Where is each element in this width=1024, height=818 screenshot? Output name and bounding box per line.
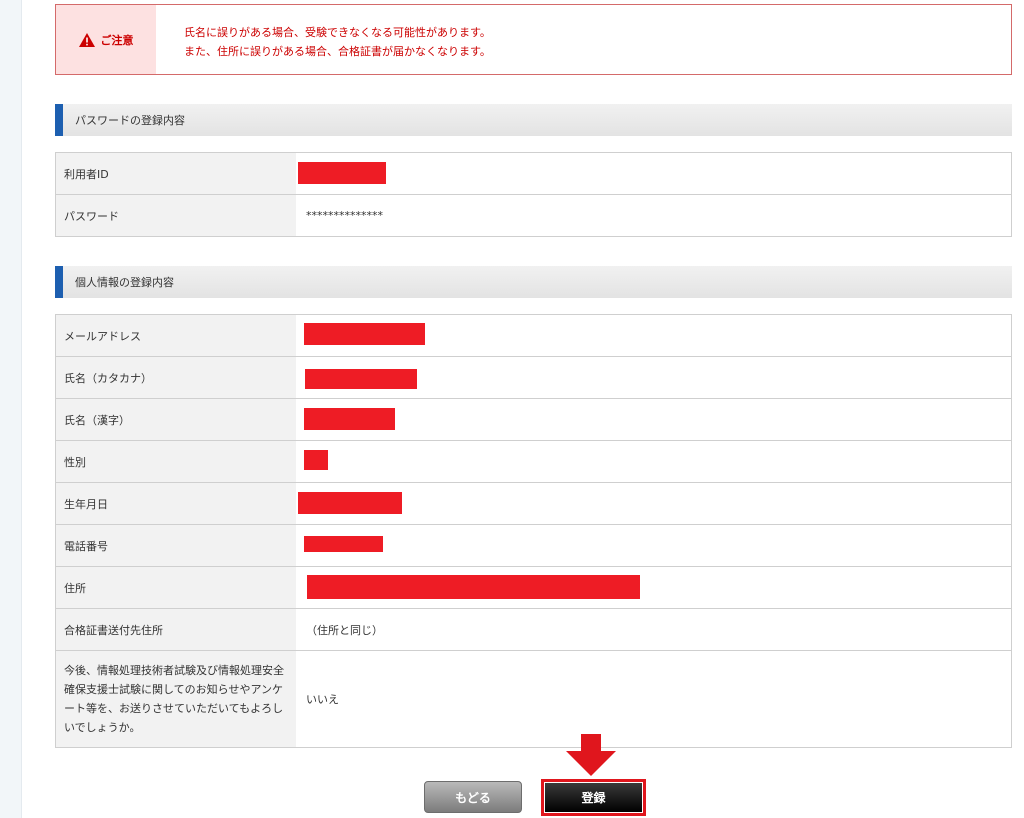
row-password: パスワード ************** (56, 195, 1011, 237)
name-kanji-value (296, 399, 1011, 440)
caution-message: 氏名に誤りがある場合、受験できなくなる可能性があります。 また、住所に誤りがある… (156, 5, 491, 74)
user-id-label: 利用者ID (56, 153, 296, 194)
back-button[interactable]: もどる (424, 781, 522, 813)
caution-label-box: ご注意 (56, 5, 156, 74)
redaction-mark (305, 369, 417, 389)
redaction-mark (307, 575, 640, 599)
row-address: 住所 (56, 567, 1011, 609)
gender-label: 性別 (56, 441, 296, 482)
name-kana-value (296, 357, 1011, 398)
password-section-title: パスワードの登録内容 (75, 114, 185, 127)
password-value: ************** (296, 195, 1011, 236)
redaction-mark (304, 408, 395, 430)
password-section-header: パスワードの登録内容 (55, 104, 1012, 136)
row-user-id: 利用者ID (56, 153, 1011, 195)
redaction-mark (304, 536, 383, 552)
password-label: パスワード (56, 195, 296, 236)
red-down-arrow-icon (566, 734, 616, 776)
birthdate-value (296, 483, 1011, 524)
caution-line-1: 氏名に誤りがある場合、受験できなくなる可能性があります。 (184, 26, 491, 39)
user-id-value (296, 153, 1011, 194)
redaction-mark (304, 323, 425, 345)
row-email: メールアドレス (56, 315, 1011, 357)
certificate-address-value: （住所と同じ） (296, 609, 1011, 650)
email-value (296, 315, 1011, 356)
name-kanji-label: 氏名（漢字） (56, 399, 296, 440)
warning-icon (78, 32, 95, 47)
row-birthdate: 生年月日 (56, 483, 1011, 525)
email-label: メールアドレス (56, 315, 296, 356)
personal-section-header: 個人情報の登録内容 (55, 266, 1012, 298)
caution-label: ご注意 (100, 33, 134, 47)
caution-notice: ご注意 氏名に誤りがある場合、受験できなくなる可能性があります。 また、住所に誤… (55, 4, 1012, 75)
row-gender: 性別 (56, 441, 1011, 483)
redaction-mark (298, 162, 386, 184)
register-button-highlight: 登録 (541, 779, 646, 816)
password-table: 利用者ID パスワード ************** (55, 152, 1012, 237)
row-newsletter-consent: 今後、情報処理技術者試験及び情報処理安全確保支援士試験に関してのお知らせやアンケ… (56, 651, 1011, 748)
newsletter-consent-label: 今後、情報処理技術者試験及び情報処理安全確保支援士試験に関してのお知らせやアンケ… (56, 651, 296, 747)
address-label: 住所 (56, 567, 296, 608)
personal-section-title: 個人情報の登録内容 (75, 276, 174, 289)
row-name-kana: 氏名（カタカナ） (56, 357, 1011, 399)
redaction-mark (298, 492, 402, 514)
caution-line-2: また、住所に誤りがある場合、合格証書が届かなくなります。 (184, 45, 491, 58)
redaction-mark (304, 450, 328, 470)
section-accent-bar (55, 104, 63, 136)
row-certificate-address: 合格証書送付先住所 （住所と同じ） (56, 609, 1011, 651)
gender-value (296, 441, 1011, 482)
phone-value (296, 525, 1011, 566)
certificate-address-label: 合格証書送付先住所 (56, 609, 296, 650)
name-kana-label: 氏名（カタカナ） (56, 357, 296, 398)
row-phone: 電話番号 (56, 525, 1011, 567)
personal-table: メールアドレス 氏名（カタカナ） 氏名（漢字） 性別 生年月日 電話番号 住所 … (55, 314, 1012, 748)
newsletter-consent-value: いいえ (296, 651, 1011, 747)
birthdate-label: 生年月日 (56, 483, 296, 524)
phone-label: 電話番号 (56, 525, 296, 566)
row-name-kanji: 氏名（漢字） (56, 399, 1011, 441)
address-value (296, 567, 1011, 608)
section-accent-bar (55, 266, 63, 298)
left-gutter (0, 0, 22, 818)
register-button[interactable]: 登録 (545, 783, 642, 812)
